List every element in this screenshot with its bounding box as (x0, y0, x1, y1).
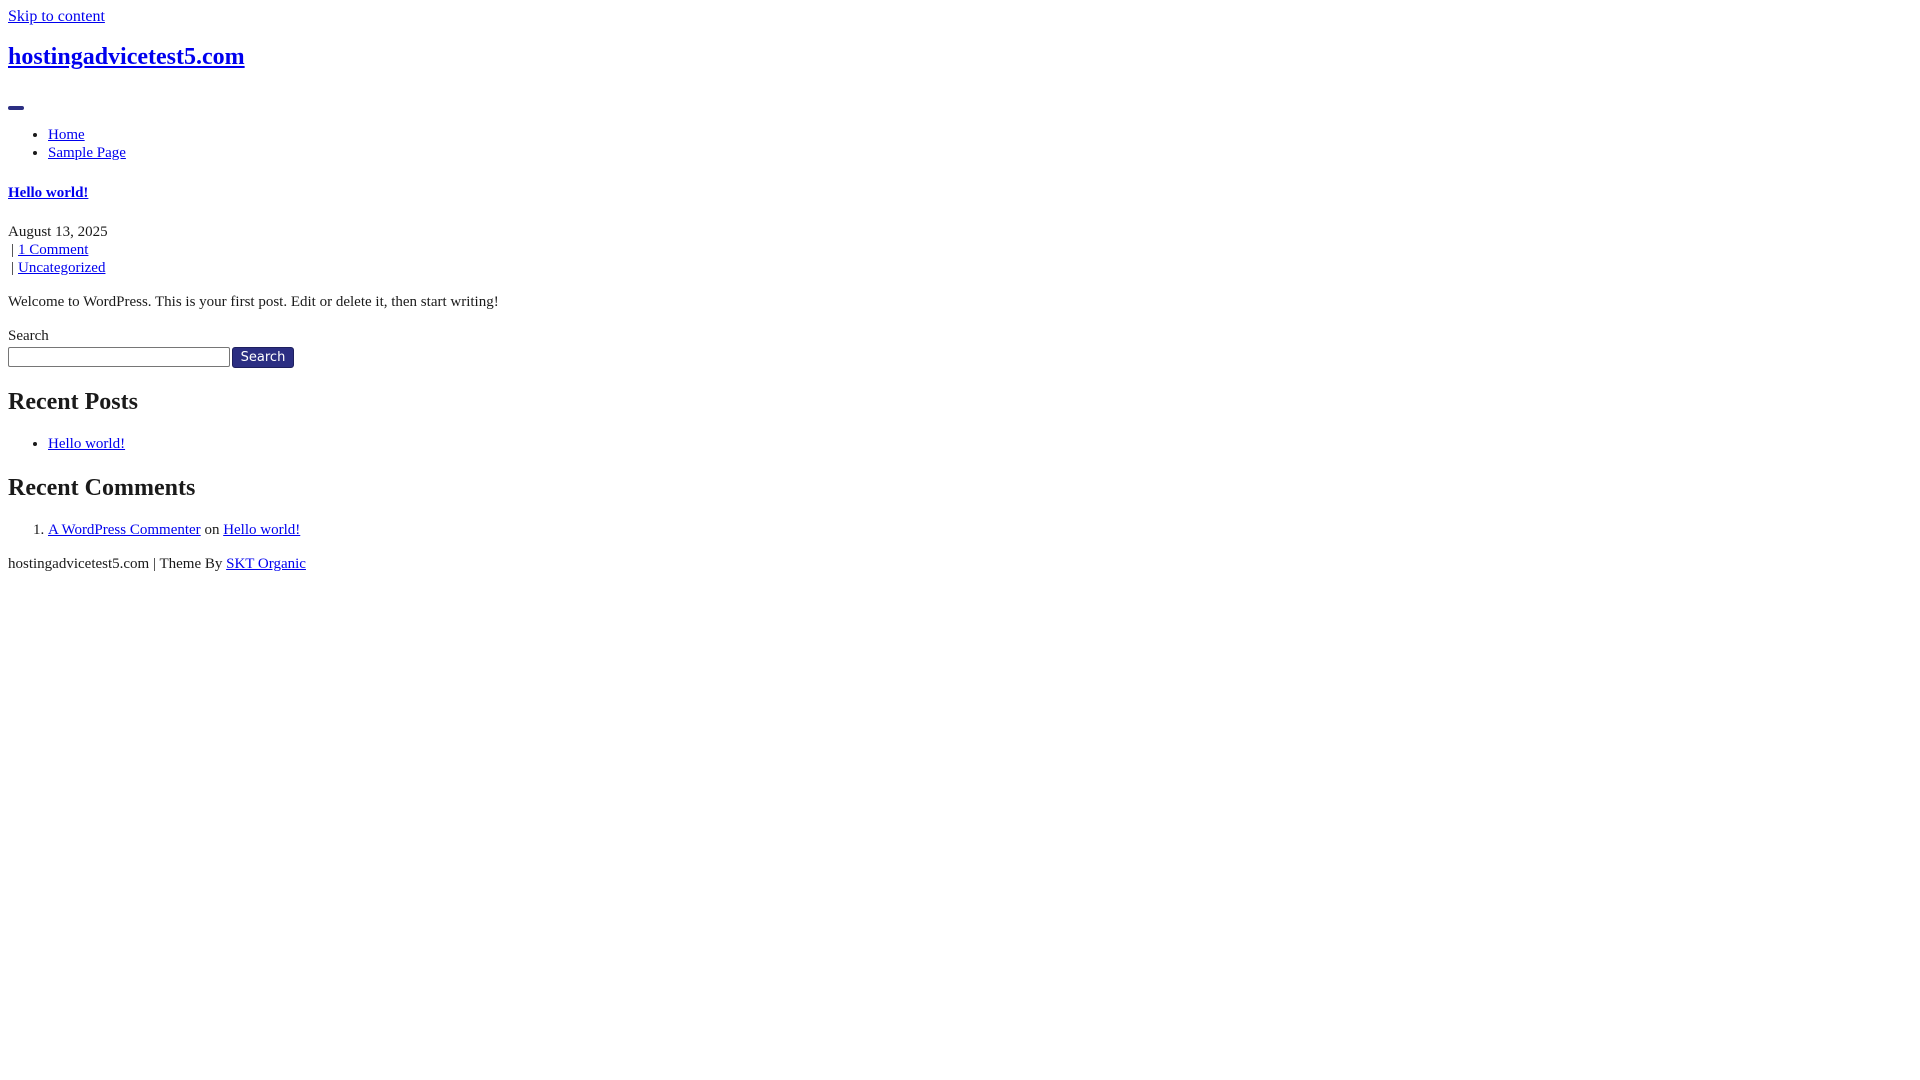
comment-connector: on (204, 522, 220, 538)
post-category-meta: | Uncategorized (8, 260, 105, 277)
nav-link-home[interactable]: Home (48, 127, 85, 143)
list-item: Hello world! (48, 436, 125, 453)
footer-text: hostingadvicetest5.com | Theme By (8, 556, 223, 572)
category-link[interactable]: Uncategorized (18, 260, 105, 276)
recent-posts-heading: Recent Posts (8, 389, 138, 415)
site-title-link[interactable]: hostingadvicetest5.com (8, 44, 245, 70)
comments-link[interactable]: 1 Comment (18, 242, 88, 258)
recent-post-link[interactable]: Hello world! (48, 436, 125, 452)
comment-author-link[interactable]: A WordPress Commenter (48, 522, 201, 538)
meta-separator: | (11, 260, 15, 276)
list-item: A WordPress Commenter on Hello world! (48, 522, 300, 539)
post-date: August 13, 2025 (8, 224, 108, 240)
nav-item-home: Home (48, 126, 126, 144)
nav-link-sample-page[interactable]: Sample Page (48, 145, 126, 161)
post-comments-meta: | 1 Comment (8, 242, 88, 259)
recent-comments-heading: Recent Comments (8, 475, 196, 501)
recent-posts-list: Hello world! (8, 436, 125, 453)
post-title-link[interactable]: Hello world! (8, 185, 88, 201)
recent-comments-list: A WordPress Commenter on Hello world! (8, 522, 300, 539)
menu-toggle-button[interactable] (8, 106, 24, 110)
nav-item-sample-page: Sample Page (48, 144, 126, 162)
footer: hostingadvicetest5.com | Theme By SKT Or… (8, 556, 306, 573)
search-input[interactable] (8, 347, 230, 367)
skip-to-content-link[interactable]: Skip to content (8, 8, 105, 26)
main-navigation: Home Sample Page (8, 126, 126, 162)
post-content: Welcome to WordPress. This is your first… (8, 294, 499, 310)
meta-separator: | (11, 242, 15, 258)
search-label: Search (8, 328, 49, 344)
post-title: Hello world! (8, 185, 88, 202)
comment-post-link[interactable]: Hello world! (223, 522, 300, 538)
theme-link[interactable]: SKT Organic (226, 556, 306, 572)
search-button[interactable]: Search (232, 347, 294, 368)
site-title: hostingadvicetest5.com (8, 44, 245, 72)
